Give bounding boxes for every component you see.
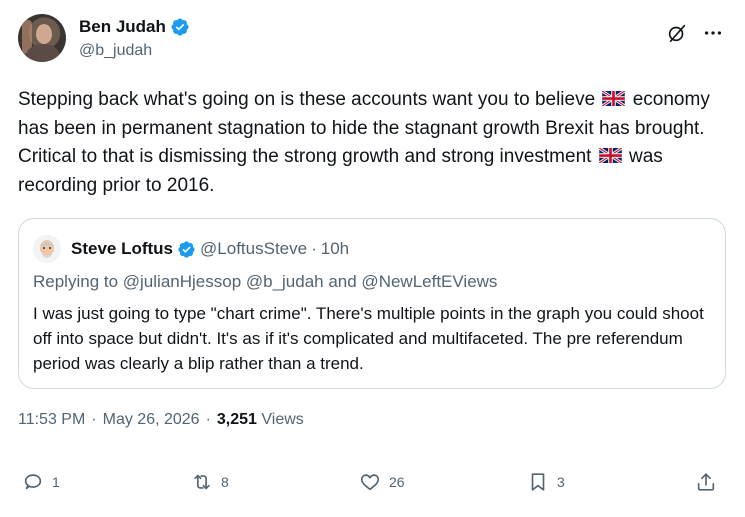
separator-dot: · <box>205 411 211 428</box>
share-button[interactable] <box>695 471 717 493</box>
tweet-time[interactable]: 11:53 PM <box>18 411 85 429</box>
reply-count: 1 <box>52 474 60 490</box>
tweet-text: Stepping back what's going on is these a… <box>18 86 724 200</box>
verified-badge-icon <box>171 18 189 36</box>
reply-button[interactable]: 1 <box>22 471 60 493</box>
quoted-tweet[interactable]: Steve Loftus @LoftusSteve · 10h Replying… <box>18 218 726 389</box>
quoted-reply-context: Replying to @julianHjessop @b_judah and … <box>33 272 498 291</box>
avatar-body <box>26 44 60 62</box>
grok-icon[interactable] <box>666 22 688 44</box>
verified-badge-icon <box>178 240 195 258</box>
tweet-text-part-1: Stepping back what's going on is these a… <box>18 89 596 110</box>
quoted-author-name[interactable]: Steve Loftus <box>71 239 173 259</box>
author-display-name[interactable]: Ben Judah <box>79 17 166 37</box>
reply-icon <box>24 474 42 490</box>
views-label: Views <box>261 411 304 428</box>
separator-dot: · <box>311 239 317 258</box>
tweet-header: Ben Judah @b_judah <box>18 14 728 66</box>
repost-icon <box>194 474 210 490</box>
like-count: 26 <box>389 474 405 490</box>
more-icon[interactable] <box>702 22 724 44</box>
share-icon <box>697 473 715 491</box>
repost-button[interactable]: 8 <box>191 471 229 493</box>
views-count: 3,251 <box>216 411 257 428</box>
bookmark-count: 3 <box>557 474 565 490</box>
action-bar: 1 8 26 3 <box>22 471 722 501</box>
quoted-tweet-text: I was just going to type "chart crime". … <box>33 304 704 373</box>
heart-icon <box>360 474 380 491</box>
quoted-author-avatar[interactable] <box>33 235 61 263</box>
tweet-date[interactable]: May 26, 2026 <box>103 411 200 429</box>
author-handle[interactable]: @b_judah <box>79 42 152 60</box>
separator-dot: · <box>91 411 97 428</box>
author-name-row: Ben Judah <box>79 17 190 37</box>
author-avatar[interactable] <box>18 14 66 62</box>
uk-flag-icon <box>602 91 626 106</box>
uk-flag-icon <box>598 148 622 163</box>
like-button[interactable]: 26 <box>359 471 405 493</box>
avatar-face <box>36 24 52 44</box>
quoted-author-handle[interactable]: @LoftusSteve <box>200 239 307 259</box>
quoted-tweet-time[interactable]: 10h <box>321 239 349 259</box>
bookmark-icon <box>531 473 545 491</box>
quoted-tweet-header: Steve Loftus @LoftusSteve · 10h <box>33 235 349 263</box>
repost-count: 8 <box>221 474 229 490</box>
tweet-metadata: 11:53 PM · May 26, 2026 · 3,251 Views <box>18 411 304 429</box>
header-actions <box>666 22 724 44</box>
bookmark-button[interactable]: 3 <box>527 471 565 493</box>
